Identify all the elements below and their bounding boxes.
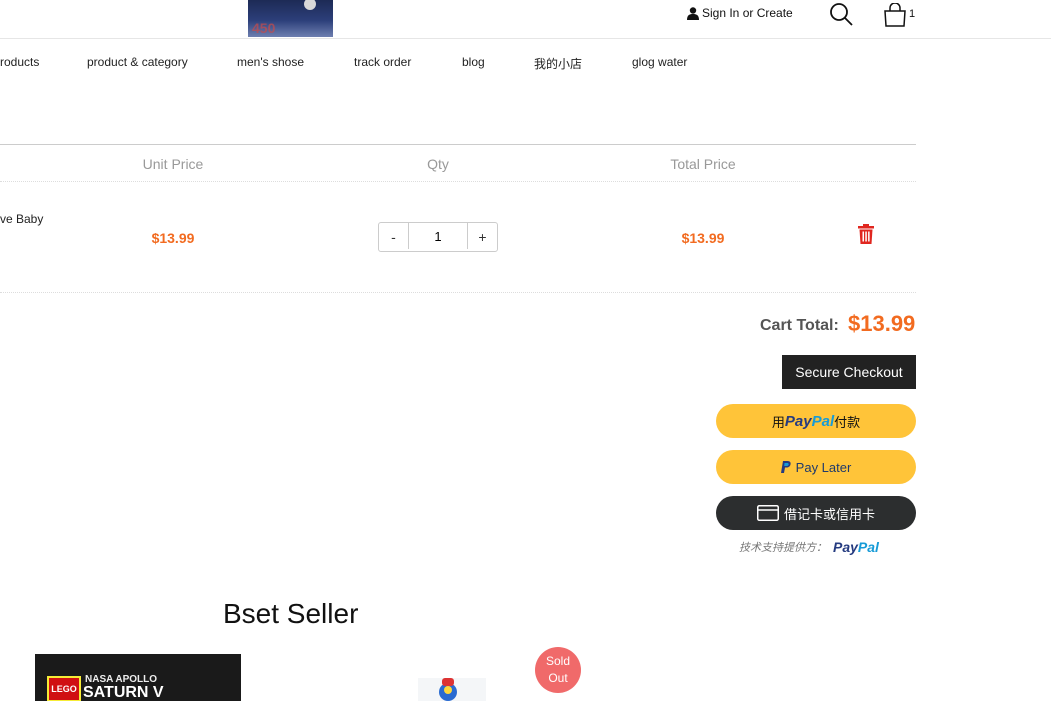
unit-price: $13.99 bbox=[151, 230, 195, 246]
nav-item-product-category[interactable]: product & category bbox=[87, 55, 188, 69]
signin-label: Sign In or Create bbox=[702, 6, 793, 20]
powered-by-label: 技术支持提供方： bbox=[739, 542, 827, 554]
nav-item-track-order[interactable]: track order bbox=[354, 55, 411, 69]
cart-total-value: $13.99 bbox=[848, 311, 916, 336]
nav-item-my-shop[interactable]: 我的小店 bbox=[534, 55, 582, 72]
user-icon bbox=[687, 6, 699, 20]
product-name-link[interactable]: ve Baby bbox=[0, 212, 43, 226]
logo-graphic-text: 450 bbox=[252, 20, 276, 36]
sold-out-badge: Sold Out bbox=[535, 647, 581, 693]
best-seller-title: Bset Seller bbox=[223, 598, 359, 629]
paypal-pay-later-button[interactable]: Pay Later bbox=[716, 450, 916, 484]
nav-item-glog-water[interactable]: glog water bbox=[632, 55, 687, 69]
site-header: 450 Sign In or Create 1 bbox=[0, 0, 1051, 39]
search-icon[interactable] bbox=[829, 2, 853, 26]
powered-by-paypal: 技术支持提供方： PayPal bbox=[739, 539, 879, 555]
column-header-total-price: Total Price bbox=[670, 156, 736, 172]
paypal-button-prefix: 用 bbox=[771, 414, 785, 430]
nav-item-mens-shoes[interactable]: men's shose bbox=[237, 55, 304, 69]
signin-link[interactable]: Sign In or Create bbox=[687, 6, 793, 20]
row-divider bbox=[0, 181, 916, 182]
logo-moon bbox=[304, 0, 316, 10]
paypal-button-suffix: 付款 bbox=[834, 414, 861, 430]
product-image-lego-saturn-v[interactable]: LEGO NASA APOLLO SATURN V bbox=[35, 654, 241, 701]
nav-item-blog[interactable]: blog bbox=[462, 55, 485, 69]
nav-item-products[interactable]: roducts bbox=[0, 55, 39, 69]
column-header-qty: Qty bbox=[427, 156, 449, 172]
product-image-minifigure[interactable] bbox=[418, 672, 486, 701]
cart-icon[interactable] bbox=[883, 3, 907, 27]
lego-logo: LEGO bbox=[47, 676, 81, 701]
product-image-text: SATURN V bbox=[83, 684, 164, 701]
qty-input[interactable] bbox=[408, 223, 468, 249]
paypal-logo: PayPal bbox=[784, 412, 835, 430]
debit-credit-card-button[interactable]: 借记卡或信用卡 bbox=[716, 496, 916, 530]
row-divider bbox=[0, 292, 916, 293]
table-header-divider bbox=[0, 144, 916, 145]
card-button-label: 借记卡或信用卡 bbox=[783, 506, 875, 522]
qty-increase-button[interactable]: + bbox=[468, 223, 497, 251]
quantity-stepper: - + bbox=[378, 222, 498, 252]
site-logo[interactable]: 450 bbox=[248, 0, 333, 37]
card-icon bbox=[756, 505, 779, 521]
cart-total-label: Cart Total: bbox=[760, 317, 839, 334]
pay-later-label: Pay Later bbox=[795, 459, 852, 475]
column-header-unit-price: Unit Price bbox=[142, 156, 204, 172]
cart-count-badge: 1 bbox=[909, 8, 916, 20]
trash-icon[interactable] bbox=[857, 224, 875, 244]
paypal-logo: PayPal bbox=[833, 539, 879, 555]
qty-decrease-button[interactable]: - bbox=[379, 223, 408, 251]
secure-checkout-button[interactable]: Secure Checkout bbox=[782, 355, 916, 389]
total-price: $13.99 bbox=[681, 230, 725, 246]
paypal-p-icon bbox=[780, 461, 791, 473]
paypal-button[interactable]: 用 PayPal 付款 bbox=[716, 404, 916, 438]
